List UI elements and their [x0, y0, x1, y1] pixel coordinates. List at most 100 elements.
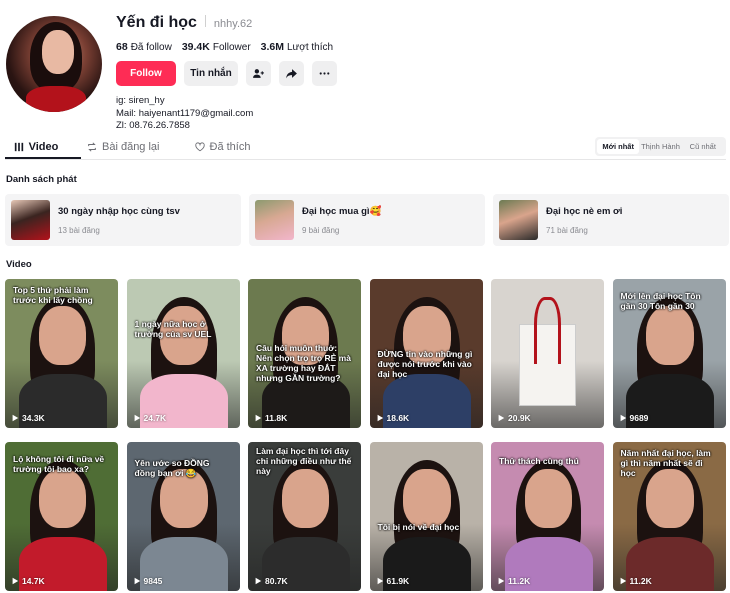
playlist-section-title: Danh sách phát — [6, 174, 77, 185]
video-caption-overlay: Tôi bị nói về đại học — [377, 522, 460, 532]
video-play-count: 18.6K — [376, 413, 409, 423]
video-caption-overlay: Làm đại học thì tới đây chỉ những điều n… — [256, 446, 352, 476]
stat-following[interactable]: 68 Đã follow — [116, 41, 172, 53]
share-arrow-icon — [286, 69, 297, 79]
profile-name: Yến đi học — [116, 14, 197, 31]
playlist-list: 30 ngày nhập học cùng tsv 13 bài đăng Đạ… — [5, 194, 729, 246]
repost-icon — [88, 142, 96, 152]
video-caption-overlay: 1 ngày nữa học ở trường của sv UEL — [134, 319, 212, 339]
video-caption-overlay: ĐỪNG tin vào những gì được nói trước khi… — [377, 349, 473, 379]
more-dots-icon — [319, 72, 330, 75]
playlist-thumbnail — [11, 200, 50, 240]
play-icon — [134, 577, 140, 585]
playlist-title: Đại học mua gì🥰 — [302, 205, 382, 217]
video-play-count: 34.3K — [11, 413, 45, 423]
video-card[interactable]: Làm đại học thì tới đây chỉ những điều n… — [248, 442, 361, 591]
sort-popular[interactable]: Thịnh Hành — [639, 139, 681, 154]
tab-video[interactable]: Video — [6, 136, 81, 158]
video-thumbnail-face — [403, 468, 451, 529]
video-play-count: 14.7K — [11, 576, 45, 586]
profile-tabs: Video Bài đăng lại Đã thích — [6, 136, 265, 158]
play-icon — [255, 577, 262, 585]
video-card[interactable]: Tôi bị nói về đại học 61.9K — [369, 442, 483, 591]
play-icon — [498, 414, 505, 422]
tab-reposts[interactable]: Bài đăng lại — [87, 136, 175, 158]
sort-toggle: Mới nhất Thịnh Hành Cũ nhất — [595, 137, 726, 156]
video-thumbnail-face — [38, 468, 87, 529]
profile-bio: ig: siren_hy Mail: haiyenant1179@gmail.c… — [116, 95, 337, 133]
video-play-count: 80.7K — [254, 576, 288, 586]
play-icon — [377, 577, 383, 585]
video-card[interactable]: 20.9K — [491, 279, 604, 428]
stat-likes: 3.6M Lượt thích — [260, 41, 334, 53]
video-card[interactable]: Mới lên đại học Tôn gần 30 Tôn gần 30 968… — [612, 279, 726, 428]
video-play-count: 11.2K — [497, 576, 530, 586]
tabs-divider — [5, 159, 726, 160]
video-card[interactable]: Top 5 thứ phải làm trước khi lấy chồng 34… — [5, 279, 118, 428]
video-card[interactable]: ĐỪNG tin vào những gì được nói trước khi… — [369, 279, 483, 428]
play-icon — [12, 577, 19, 585]
profile-stats: 68 Đã follow 39.4K Follower 3.6M Lượt thích — [116, 41, 337, 53]
video-caption-overlay: Thử thách cùng thú — [499, 456, 579, 466]
suggest-accounts-button[interactable] — [246, 61, 271, 86]
video-play-count: 9689 — [619, 413, 648, 423]
playlist-card[interactable]: Đại học mua gì🥰 9 bài đăng — [249, 194, 485, 246]
video-thumbnail-face — [646, 305, 694, 366]
video-play-count: 20.9K — [497, 413, 531, 423]
play-icon — [12, 414, 19, 422]
sort-newest[interactable]: Mới nhất — [597, 139, 640, 154]
video-grid: Top 5 thứ phải làm trước khi lấy chồng 34… — [5, 279, 726, 591]
video-section-title: Video — [6, 259, 32, 270]
play-icon — [134, 414, 140, 422]
bio-line: ig: siren_hy — [116, 95, 165, 106]
sort-oldest[interactable]: Cũ nhất — [682, 139, 724, 154]
video-play-count: 9845 — [133, 576, 162, 586]
tab-liked[interactable]: Đã thích — [194, 136, 266, 158]
video-play-count: 11.2K — [619, 576, 652, 586]
share-button[interactable] — [279, 61, 304, 86]
playlist-card[interactable]: 30 ngày nhập học cùng tsv 13 bài đăng — [5, 194, 241, 246]
playlist-thumbnail — [255, 200, 294, 240]
stat-followers[interactable]: 39.4K Follower — [182, 41, 251, 53]
bio-line: Mail: haiyenant1179@gmail.com — [116, 107, 254, 119]
video-card[interactable]: Năm nhất đại học, làm gì thì năm nhất sẽ… — [612, 442, 726, 591]
video-play-count: 61.9K — [376, 576, 409, 586]
ribbon-illustration — [533, 296, 562, 364]
play-icon — [498, 577, 505, 585]
video-play-count: 24.7K — [133, 413, 166, 423]
grid-icon — [14, 142, 23, 152]
video-caption-overlay: Mới lên đại học Tôn gần 30 Tôn gần 30 — [620, 291, 701, 311]
bio-line: Zl: 08.76.26.7858 — [116, 120, 190, 131]
playlist-title: Đại học nè em ơi — [546, 205, 623, 217]
playlist-card[interactable]: Đại học nè em ơi 71 bài đăng — [493, 194, 729, 246]
profile-info: Yến đi học nhhy.62 68 Đã follow 39.4K Foll… — [116, 14, 337, 133]
more-options-button[interactable] — [312, 61, 337, 86]
video-play-count: 11.8K — [254, 413, 287, 423]
video-card[interactable]: Yên ước so ĐỒNG đồng bạn ơi 😂 9845 — [126, 442, 240, 591]
video-caption-overlay: Năm nhất đại học, làm gì thì năm nhất sẽ… — [620, 448, 711, 478]
add-user-icon — [253, 69, 264, 78]
video-card[interactable]: 1 ngày nữa học ở trường của sv UEL 24.7K — [126, 279, 240, 428]
video-card[interactable]: Lộ không tôi đi nữa về trường tôi bao xa… — [5, 442, 118, 591]
video-card[interactable]: Thử thách cùng thú 11.2K — [491, 442, 604, 591]
play-icon — [377, 414, 383, 422]
follow-button[interactable]: Follow — [116, 61, 176, 86]
profile-handle: nhhy.62 — [213, 18, 253, 30]
playlist-title: 30 ngày nhập học cùng tsv — [58, 205, 180, 217]
playlist-thumbnail — [499, 200, 538, 240]
message-button[interactable]: Tin nhắn — [184, 61, 238, 86]
video-caption-overlay: Top 5 thứ phải làm trước khi lấy chồng — [13, 285, 93, 305]
playlist-count: 9 bài đăng — [302, 225, 340, 235]
video-thumbnail-face — [524, 468, 573, 529]
video-thumbnail-face — [281, 468, 330, 529]
play-icon — [255, 414, 262, 422]
playlist-count: 13 bài đăng — [58, 225, 100, 235]
playlist-count: 71 bài đăng — [546, 225, 588, 235]
video-caption-overlay: Câu hỏi muôn thuở: Nên chọn trọ trọ RẺ m… — [256, 343, 351, 383]
video-thumbnail-face — [38, 305, 87, 366]
video-caption-overlay: Yên ước so ĐỒNG đồng bạn ơi 😂 — [134, 458, 210, 478]
profile-avatar — [6, 16, 102, 112]
name-divider — [204, 15, 206, 27]
play-icon — [620, 577, 626, 585]
video-card[interactable]: Câu hỏi muôn thuở: Nên chọn trọ trọ RẺ m… — [248, 279, 361, 428]
